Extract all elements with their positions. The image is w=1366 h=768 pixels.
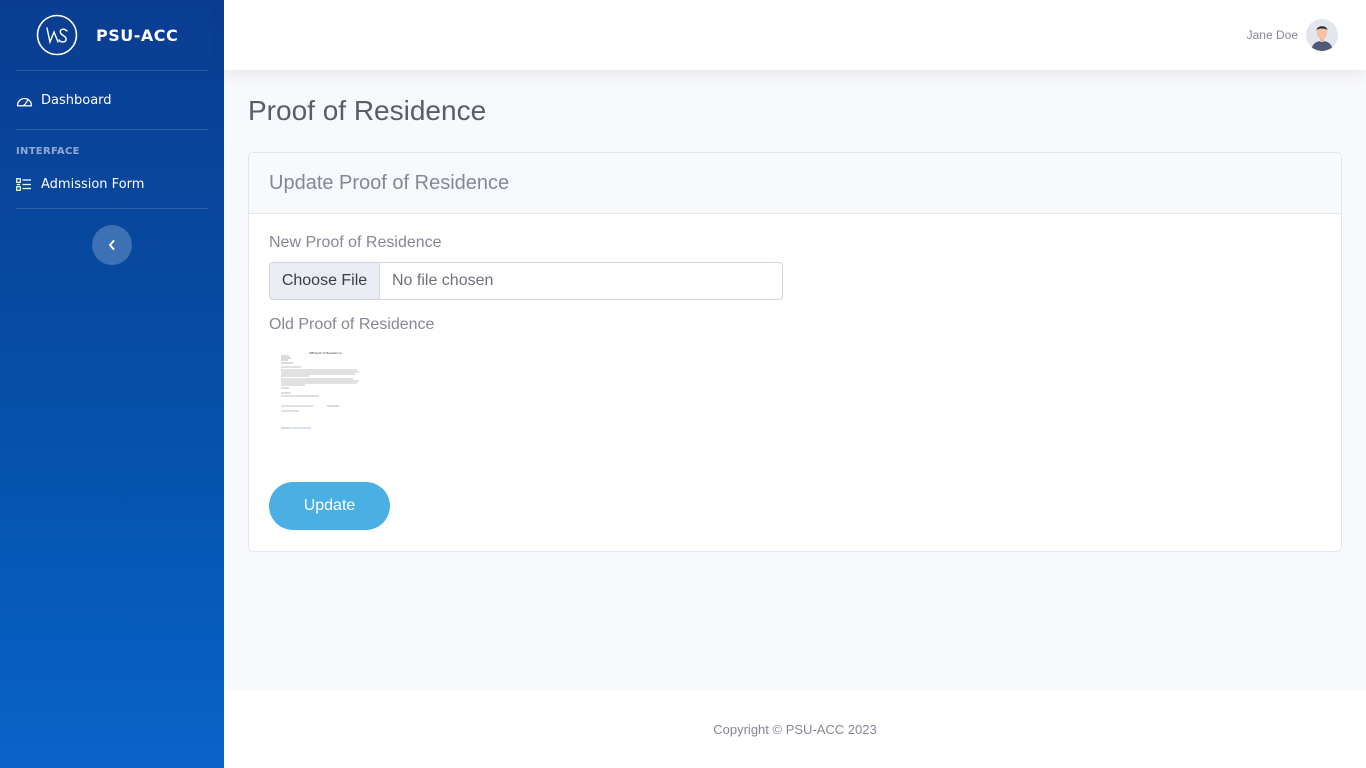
- update-button[interactable]: Update: [269, 482, 390, 530]
- list-checklist-icon: [16, 177, 34, 191]
- card-body: New Proof of Residence Choose File No fi…: [249, 214, 1341, 550]
- sidebar-item-label: Admission Form: [41, 176, 145, 192]
- sidebar-toggle-button[interactable]: [92, 225, 132, 265]
- document-preview-image: Affidavit of Residence: [269, 348, 369, 448]
- dashboard-gauge-icon: [16, 93, 34, 107]
- new-proof-label: New Proof of Residence: [269, 234, 442, 251]
- brand-logo-icon: [36, 14, 78, 56]
- copyright-text: Copyright © PSU-ACC 2023: [713, 721, 877, 737]
- old-proof-label: Old Proof of Residence: [269, 316, 435, 333]
- update-card: Update Proof of Residence New Proof of R…: [248, 152, 1342, 552]
- topbar: Jane Doe: [224, 0, 1366, 70]
- brand[interactable]: PSU-ACC: [0, 0, 224, 70]
- file-input[interactable]: Choose File No file chosen: [269, 262, 783, 300]
- user-menu[interactable]: Jane Doe: [1247, 19, 1338, 51]
- file-status-text: No file chosen: [392, 272, 494, 289]
- sidebar-item-dashboard[interactable]: Dashboard: [0, 71, 224, 129]
- document-preview-title: Affidavit of Residence: [309, 351, 342, 355]
- old-document-thumbnail: Affidavit of Residence: [269, 348, 369, 448]
- user-name: Jane Doe: [1246, 28, 1298, 42]
- footer: Copyright © PSU-ACC 2023: [224, 690, 1366, 768]
- sidebar: PSU-ACC Dashboard INTERFACE Admission Fo…: [0, 0, 224, 768]
- chevron-left-icon: [109, 240, 115, 250]
- sidebar-item-label: Dashboard: [41, 92, 112, 108]
- sidebar-divider: [16, 208, 208, 209]
- choose-file-button[interactable]: Choose File: [270, 263, 380, 299]
- main-content: Proof of Residence Update Proof of Resid…: [248, 70, 1342, 552]
- brand-name: PSU-ACC: [96, 25, 179, 45]
- page-title: Proof of Residence: [248, 95, 487, 126]
- sidebar-item-admission-form[interactable]: Admission Form: [0, 160, 224, 208]
- card-title: Update Proof of Residence: [249, 153, 1341, 214]
- user-avatar-icon[interactable]: [1306, 19, 1338, 51]
- sidebar-heading: INTERFACE: [16, 146, 80, 157]
